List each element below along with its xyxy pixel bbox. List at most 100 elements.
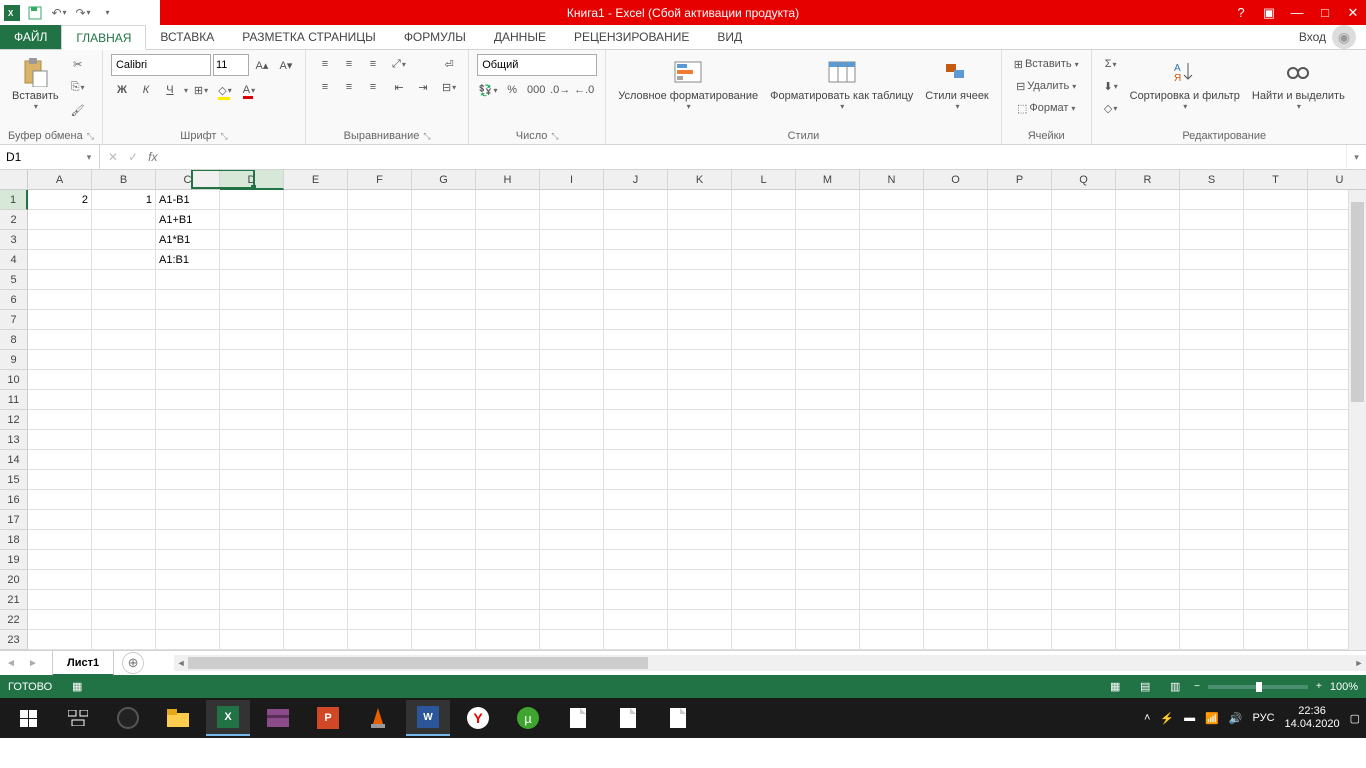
row-header[interactable]: 7 [0, 310, 28, 330]
cell[interactable] [796, 270, 860, 290]
cell[interactable] [732, 270, 796, 290]
cell[interactable] [1116, 630, 1180, 650]
cell[interactable] [540, 630, 604, 650]
cell[interactable] [924, 230, 988, 250]
cell[interactable] [1116, 190, 1180, 210]
cell[interactable] [732, 470, 796, 490]
cell[interactable] [28, 390, 92, 410]
cell[interactable] [220, 590, 284, 610]
cell[interactable] [348, 430, 412, 450]
row-header[interactable]: 5 [0, 270, 28, 290]
cell[interactable] [156, 450, 220, 470]
cell[interactable] [476, 330, 540, 350]
paste-button[interactable]: Вставить ▾ [8, 54, 63, 128]
cell[interactable] [412, 450, 476, 470]
cell[interactable] [284, 570, 348, 590]
cell[interactable] [92, 530, 156, 550]
increase-decimal-button[interactable]: .0→ [549, 80, 571, 100]
cell[interactable] [924, 410, 988, 430]
cell[interactable] [924, 550, 988, 570]
align-right-button[interactable]: ≡ [362, 77, 384, 97]
cell[interactable] [1180, 350, 1244, 370]
cell[interactable] [668, 630, 732, 650]
cell[interactable] [1244, 310, 1308, 330]
cell[interactable] [988, 610, 1052, 630]
cell[interactable] [1052, 450, 1116, 470]
cell[interactable] [860, 450, 924, 470]
cell[interactable] [732, 350, 796, 370]
cell[interactable] [476, 350, 540, 370]
column-header[interactable]: H [476, 170, 540, 190]
cell[interactable] [796, 310, 860, 330]
cell[interactable] [604, 190, 668, 210]
cell[interactable] [604, 210, 668, 230]
cell[interactable] [412, 210, 476, 230]
row-header[interactable]: 14 [0, 450, 28, 470]
cell[interactable] [476, 430, 540, 450]
worksheet-grid[interactable]: ABCDEFGHIJKLMNOPQRSTU 123456789101112131… [0, 170, 1366, 650]
cell[interactable] [796, 370, 860, 390]
cell[interactable] [156, 270, 220, 290]
cell[interactable] [860, 230, 924, 250]
cell[interactable] [924, 250, 988, 270]
cell[interactable] [220, 370, 284, 390]
find-select-button[interactable]: Найти и выделить▾ [1248, 54, 1349, 128]
cell[interactable] [796, 410, 860, 430]
cell[interactable] [476, 230, 540, 250]
cell[interactable] [476, 210, 540, 230]
cell[interactable] [540, 230, 604, 250]
cell[interactable] [668, 310, 732, 330]
cell[interactable] [1244, 530, 1308, 550]
cell[interactable] [604, 330, 668, 350]
increase-font-button[interactable]: A▴ [251, 55, 273, 75]
cell[interactable] [988, 290, 1052, 310]
cell[interactable] [348, 350, 412, 370]
cell[interactable] [1180, 630, 1244, 650]
taskbar-file-explorer[interactable] [156, 700, 200, 736]
cell[interactable] [604, 350, 668, 370]
cell[interactable] [412, 230, 476, 250]
tab-page-layout[interactable]: РАЗМЕТКА СТРАНИЦЫ [228, 25, 390, 49]
cell[interactable] [1116, 570, 1180, 590]
cell[interactable] [1116, 530, 1180, 550]
cell[interactable]: 1 [92, 190, 156, 210]
cell[interactable] [412, 390, 476, 410]
name-box-dropdown[interactable]: ▾ [80, 152, 98, 163]
cell[interactable] [28, 530, 92, 550]
cell[interactable] [924, 530, 988, 550]
macro-record-button[interactable]: ▦ [66, 678, 88, 696]
start-button[interactable] [6, 700, 50, 736]
name-box-input[interactable] [0, 150, 80, 164]
cell[interactable] [1052, 410, 1116, 430]
decrease-decimal-button[interactable]: ←.0 [573, 80, 595, 100]
cell[interactable] [796, 590, 860, 610]
cell[interactable] [604, 510, 668, 530]
cell[interactable] [540, 310, 604, 330]
cell[interactable] [156, 470, 220, 490]
cell[interactable] [220, 210, 284, 230]
cell[interactable] [668, 230, 732, 250]
cell[interactable] [1244, 550, 1308, 570]
cell[interactable] [284, 530, 348, 550]
cell[interactable] [860, 470, 924, 490]
cell[interactable] [924, 630, 988, 650]
taskbar-app-1[interactable] [106, 700, 150, 736]
cell[interactable] [796, 230, 860, 250]
cell[interactable] [156, 510, 220, 530]
cell[interactable] [284, 290, 348, 310]
cell[interactable] [732, 630, 796, 650]
cell[interactable]: A1-B1 [156, 190, 220, 210]
cell[interactable] [348, 610, 412, 630]
cell[interactable] [796, 250, 860, 270]
cell[interactable] [796, 450, 860, 470]
cell[interactable] [28, 590, 92, 610]
row-header[interactable]: 6 [0, 290, 28, 310]
cell[interactable] [668, 290, 732, 310]
help-button[interactable]: ? [1232, 5, 1250, 20]
cell[interactable] [860, 630, 924, 650]
cell[interactable] [540, 410, 604, 430]
cell[interactable] [540, 450, 604, 470]
cell[interactable] [796, 190, 860, 210]
cell[interactable] [1180, 250, 1244, 270]
cell[interactable] [1244, 570, 1308, 590]
